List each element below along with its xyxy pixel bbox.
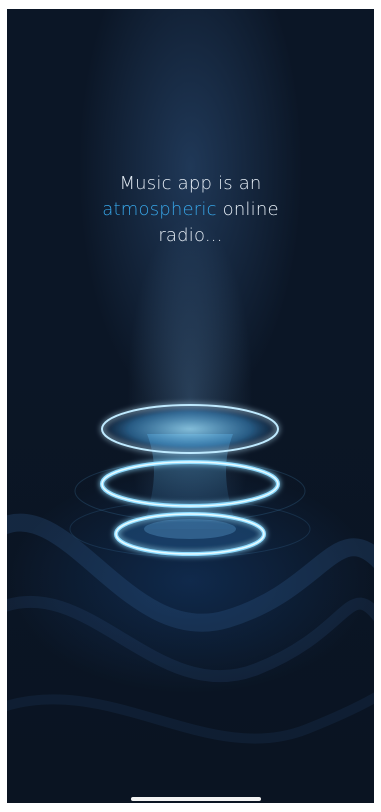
tagline-line-2-rest: online (216, 199, 279, 220)
home-indicator[interactable] (131, 797, 261, 801)
tagline-line-2: atmospheric online (7, 197, 374, 223)
tagline: Music app is an atmospheric online radio… (7, 171, 374, 249)
tagline-line-3: radio... (158, 225, 223, 246)
splash-screen: Music app is an atmospheric online radio… (7, 9, 374, 803)
tagline-line-1: Music app is an (119, 173, 262, 194)
tagline-accent-word: atmospheric (102, 199, 217, 220)
glowing-speaker-icon (69, 404, 311, 558)
